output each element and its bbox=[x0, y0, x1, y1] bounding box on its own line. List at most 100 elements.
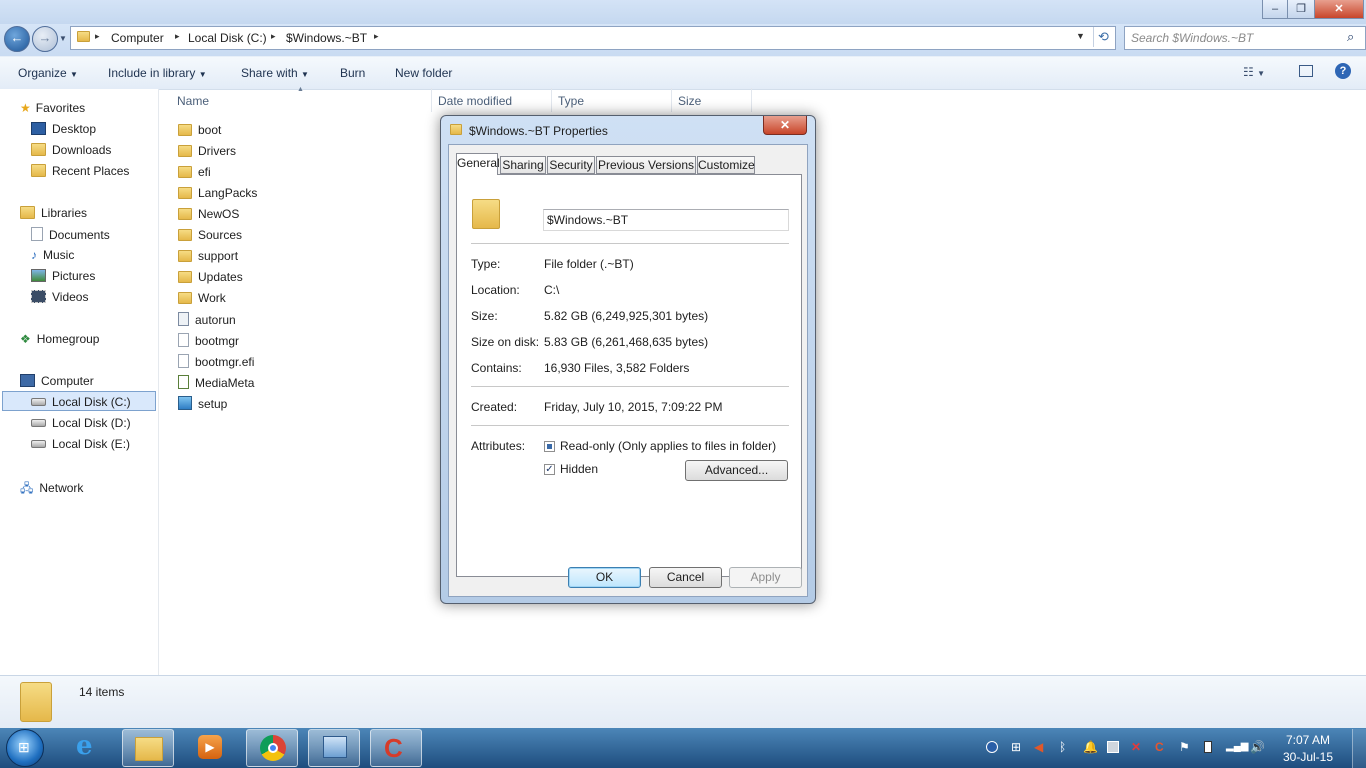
clock[interactable]: 7:07 AM 30-Jul-15 bbox=[1278, 733, 1338, 764]
tray-ccleaner-icon[interactable]: C bbox=[1155, 741, 1167, 753]
nav-favorites[interactable]: ★ Favorites bbox=[20, 101, 85, 115]
type-value: File folder (.~BT) bbox=[544, 257, 634, 271]
bluetooth-icon[interactable]: ᛒ bbox=[1059, 741, 1071, 753]
notification-bell-icon[interactable]: 🔔 bbox=[1083, 741, 1098, 753]
advanced-button[interactable]: Advanced... bbox=[685, 460, 788, 481]
forward-button[interactable]: → bbox=[32, 26, 58, 52]
nav-computer[interactable]: Computer bbox=[20, 374, 94, 388]
nav-homegroup[interactable]: ❖ Homegroup bbox=[20, 332, 99, 346]
tray-no-network-icon[interactable]: ✕ bbox=[1131, 741, 1143, 753]
close-button[interactable]: ✕ bbox=[1314, 0, 1364, 19]
breadcrumb-local-disk-c[interactable]: Local Disk (C:) bbox=[188, 31, 267, 45]
action-center-flag-icon[interactable]: ⚑ bbox=[1179, 741, 1191, 753]
tray-speaker-muted-icon[interactable]: ◀ bbox=[1034, 741, 1046, 753]
view-options-icon[interactable]: ☷ ▼ bbox=[1243, 65, 1265, 79]
size-label: Size: bbox=[471, 309, 498, 323]
breadcrumb-current-folder[interactable]: $Windows.~BT bbox=[286, 31, 367, 45]
nav-local-disk-d[interactable]: Local Disk (D:) bbox=[31, 416, 131, 430]
file-list-item[interactable]: bootmgr.efi bbox=[178, 354, 254, 369]
show-desktop-button[interactable] bbox=[1352, 729, 1366, 768]
nav-local-disk-e[interactable]: Local Disk (E:) bbox=[31, 437, 130, 451]
start-button[interactable]: ⊞ bbox=[6, 729, 44, 767]
nav-recent-places[interactable]: Recent Places bbox=[31, 164, 129, 178]
tray-app-icon[interactable] bbox=[986, 741, 998, 753]
tab-customize[interactable]: Customize bbox=[697, 156, 755, 174]
address-bar[interactable]: ▸ Computer ▸ Local Disk (C:) ▸ $Windows.… bbox=[70, 26, 1116, 50]
file-name: autorun bbox=[195, 313, 236, 327]
taskbar-control-panel[interactable] bbox=[308, 729, 360, 767]
nav-network[interactable]: 🖧 Network bbox=[20, 479, 83, 500]
file-list-item[interactable]: Work bbox=[178, 291, 226, 305]
tray-windows-icon[interactable]: ⊞ bbox=[1011, 741, 1023, 753]
wifi-signal-icon[interactable]: ▂▄▆ bbox=[1226, 741, 1248, 753]
checkbox-indeterminate-icon[interactable] bbox=[544, 441, 555, 452]
back-button[interactable]: ← bbox=[4, 26, 30, 52]
ok-button[interactable]: OK bbox=[568, 567, 641, 588]
taskbar-internet-explorer[interactable]: e bbox=[64, 729, 116, 767]
file-list-item[interactable]: Updates bbox=[178, 270, 243, 284]
address-history-chevron-icon[interactable]: ▼ bbox=[1076, 31, 1085, 41]
include-in-library-menu[interactable]: Include in library ▼ bbox=[108, 66, 207, 80]
breadcrumb-separator-icon[interactable]: ▸ bbox=[271, 31, 276, 42]
file-list-item[interactable]: setup bbox=[178, 396, 227, 411]
volume-icon[interactable]: 🔊 bbox=[1250, 741, 1265, 753]
taskbar-media-player[interactable]: ▶ bbox=[184, 729, 236, 767]
column-header-name[interactable]: Name bbox=[177, 94, 209, 108]
column-header-size[interactable]: Size bbox=[678, 94, 701, 108]
new-folder-button[interactable]: New folder bbox=[395, 66, 452, 80]
breadcrumb-computer[interactable]: Computer bbox=[111, 31, 164, 45]
search-icon[interactable]: ⌕ bbox=[1347, 29, 1354, 45]
file-list-item[interactable]: bootmgr bbox=[178, 333, 239, 348]
taskbar-ccleaner[interactable]: C bbox=[370, 729, 422, 767]
nav-downloads[interactable]: Downloads bbox=[31, 143, 111, 157]
tab-sharing[interactable]: Sharing bbox=[500, 156, 546, 174]
dialog-close-button[interactable]: ✕ bbox=[763, 116, 807, 135]
display-icon[interactable] bbox=[1107, 741, 1119, 753]
file-list-item[interactable]: efi bbox=[178, 165, 211, 179]
checkbox-checked-icon[interactable]: ✓ bbox=[544, 464, 555, 475]
taskbar-windows-explorer[interactable] bbox=[122, 729, 174, 767]
burn-button[interactable]: Burn bbox=[340, 66, 365, 80]
file-list-item[interactable]: support bbox=[178, 249, 238, 263]
search-box[interactable]: Search $Windows.~BT ⌕ bbox=[1124, 26, 1366, 50]
organize-menu[interactable]: Organize ▼ bbox=[18, 66, 78, 80]
file-list-item[interactable]: NewOS bbox=[178, 207, 239, 221]
file-list-item[interactable]: MediaMeta bbox=[178, 375, 254, 390]
breadcrumb-separator-icon[interactable]: ▸ bbox=[175, 31, 180, 42]
tab-security[interactable]: Security bbox=[547, 156, 595, 174]
taskbar-chrome[interactable] bbox=[246, 729, 298, 767]
column-divider[interactable] bbox=[431, 88, 432, 112]
tab-general[interactable]: General bbox=[456, 153, 500, 175]
tab-previous-versions[interactable]: Previous Versions bbox=[596, 156, 696, 174]
sort-ascending-icon: ▲ bbox=[297, 86, 304, 93]
folder-name-field[interactable]: $Windows.~BT bbox=[543, 209, 789, 231]
nav-music[interactable]: ♪ Music bbox=[31, 248, 74, 262]
file-list-item[interactable]: Drivers bbox=[178, 144, 236, 158]
recent-pages-chevron-icon[interactable]: ▼ bbox=[59, 34, 67, 43]
column-header-date-modified[interactable]: Date modified bbox=[438, 94, 512, 108]
minimize-button[interactable]: – bbox=[1262, 0, 1288, 19]
breadcrumb-separator-icon[interactable]: ▸ bbox=[374, 31, 379, 42]
nav-documents[interactable]: Documents bbox=[31, 227, 110, 242]
maximize-button[interactable]: ❐ bbox=[1287, 0, 1315, 19]
preview-pane-icon[interactable] bbox=[1299, 65, 1313, 77]
nav-pictures[interactable]: Pictures bbox=[31, 269, 95, 283]
apply-button[interactable]: Apply bbox=[729, 567, 802, 588]
file-list-item[interactable]: LangPacks bbox=[178, 186, 257, 200]
refresh-icon[interactable]: ⟲ bbox=[1098, 29, 1109, 45]
share-with-menu[interactable]: Share with ▼ bbox=[241, 66, 309, 80]
nav-videos[interactable]: Videos bbox=[31, 290, 88, 304]
column-divider[interactable] bbox=[671, 88, 672, 112]
file-list-item[interactable]: boot bbox=[178, 123, 221, 137]
file-list-item[interactable]: Sources bbox=[178, 228, 242, 242]
column-divider[interactable] bbox=[551, 88, 552, 112]
nav-desktop[interactable]: Desktop bbox=[31, 122, 96, 136]
nav-libraries[interactable]: Libraries bbox=[20, 206, 87, 220]
cancel-button[interactable]: Cancel bbox=[649, 567, 722, 588]
battery-icon[interactable] bbox=[1204, 741, 1212, 753]
nav-local-disk-c[interactable]: Local Disk (C:) bbox=[31, 395, 131, 409]
column-header-type[interactable]: Type bbox=[558, 94, 584, 108]
file-list-item[interactable]: autorun bbox=[178, 312, 236, 327]
column-divider[interactable] bbox=[751, 88, 752, 112]
help-icon[interactable]: ? bbox=[1335, 63, 1351, 79]
